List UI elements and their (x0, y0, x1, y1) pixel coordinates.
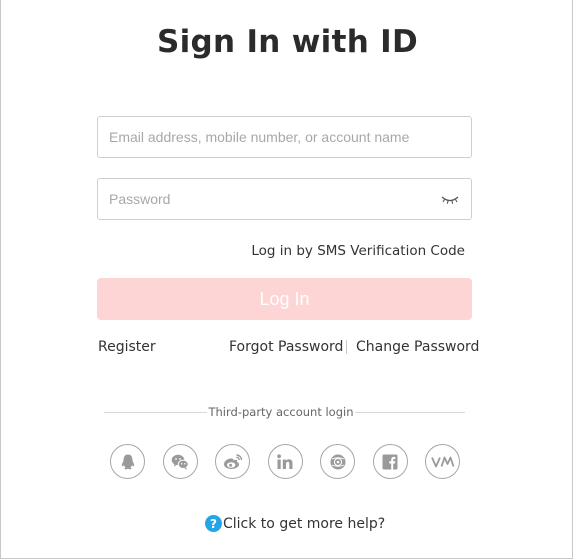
globe-login-button[interactable] (320, 444, 355, 479)
third-party-login-icons (110, 444, 460, 479)
forgot-password-link[interactable]: Forgot Password (229, 339, 343, 355)
wechat-icon (171, 454, 189, 470)
linkedin-icon (277, 453, 293, 469)
register-link[interactable]: Register (98, 339, 156, 355)
third-party-label: Third-party account login (208, 405, 354, 419)
question-icon: ? (205, 515, 222, 532)
login-button[interactable]: Log In (97, 278, 472, 320)
divider-right (355, 412, 465, 413)
vk-icon (430, 456, 454, 467)
globe-icon (330, 454, 345, 469)
help-link[interactable]: ? Click to get more help? (205, 515, 385, 532)
weibo-icon (223, 453, 242, 469)
wechat-login-button[interactable] (162, 444, 198, 479)
page-title: Sign In with ID (156, 24, 419, 60)
help-text: Click to get more help? (223, 515, 386, 532)
login-panel: Sign In with ID Log in by SMS Verificati… (0, 0, 573, 559)
eye-closed-icon[interactable] (440, 191, 460, 207)
password-field[interactable] (97, 178, 472, 220)
change-password-link[interactable]: Change Password (356, 339, 479, 355)
linkedin-login-button[interactable] (267, 444, 303, 479)
link-separator (346, 340, 347, 354)
vk-login-button[interactable] (425, 444, 460, 479)
email-input[interactable] (98, 117, 471, 157)
password-input[interactable] (98, 179, 471, 219)
qq-icon (121, 454, 134, 469)
sms-login-link[interactable]: Log in by SMS Verification Code (251, 243, 465, 259)
qq-login-button[interactable] (110, 444, 145, 479)
facebook-login-button[interactable] (372, 444, 408, 479)
facebook-icon (382, 454, 398, 469)
divider-left (104, 412, 207, 413)
email-field[interactable] (97, 116, 472, 158)
weibo-login-button[interactable] (215, 444, 250, 479)
